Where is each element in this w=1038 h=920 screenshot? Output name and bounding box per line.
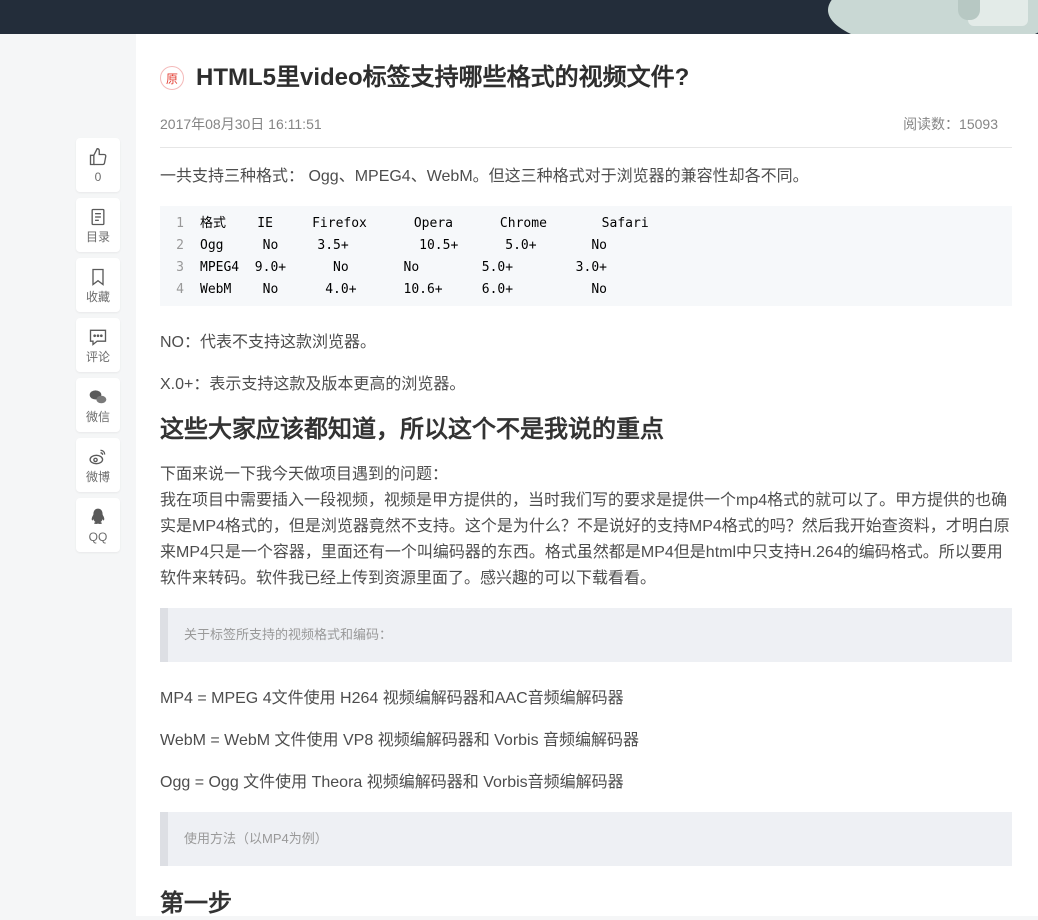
code-line: 1 格式 IE Firefox Opera Chrome Safari [160,213,649,235]
thumbs-up-icon [89,147,107,165]
step-heading: 第一步 [160,890,232,917]
toc-button[interactable]: 目录 [76,198,120,252]
collect-label: 收藏 [85,289,110,304]
top-navigation-bar [0,0,1038,34]
qq-label: QQ [88,529,108,544]
blockquote-text: 关于标签所支持的视频格式和编码： [184,627,393,642]
comment-icon [89,329,107,346]
like-button[interactable]: 0 [76,138,120,192]
meta-divider [160,147,1012,148]
weibo-icon [89,449,106,464]
code-block: 1 格式 IE Firefox Opera Chrome Safari 2 Ogg … [160,206,1012,306]
wechat-icon [89,389,107,403]
article-card: 原 HTML5里video标签支持哪些格式的视频文件? 2017年08月30日 … [136,34,1038,917]
ogg-codec-line: Ogg = Ogg 文件使用 Theora 视频编解码器和 Vorbis音频编解… [160,774,624,791]
line-number: 3 [176,260,184,275]
note-no: NO：代表不支持这款浏览器。 [160,334,377,351]
read-count: 阅读数：15093 [903,116,998,132]
article-meta: 2017年08月30日 16:11:51 阅读数：15093 [160,114,1012,134]
body-intro-line: 下面来说一下我今天做项目遇到的问题： [160,466,449,483]
bookmark-icon [92,268,104,286]
original-badge: 原 [160,66,184,90]
blockquote-text: 使用方法（以MP4为例） [184,831,328,846]
comment-button[interactable]: 评论 [76,318,120,372]
toc-label: 目录 [85,229,110,244]
code-line: 2 Ogg No 3.5+ 10.5+ 5.0+ No [160,235,607,257]
header-decoration-pot [958,0,980,20]
webm-codec-line: WebM = WebM 文件使用 VP8 视频编解码器和 Vorbis 音频编解… [160,732,640,749]
qq-share-button[interactable]: QQ [76,498,120,552]
wechat-share-button[interactable]: 微信 [76,378,120,432]
line-number: 2 [176,238,184,253]
body-paragraph: 我在项目中需要插入一段视频，视频是甲方提供的，当时我们写的要求是提供一个mp4格… [160,492,1010,587]
collect-button[interactable]: 收藏 [76,258,120,312]
document-list-icon [91,208,105,225]
intro-paragraph: 一共支持三种格式： Ogg、MPEG4、WebM。但这三种格式对于浏览器的兼容性… [160,168,809,185]
line-number: 1 [176,216,184,231]
code-line: 4 WebM No 4.0+ 10.6+ 6.0+ No [160,279,607,301]
mp4-codec-line: MP4 = MPEG 4文件使用 H264 视频编解码器和AAC音频编解码器 [160,690,624,707]
code-line: 3 MPEG4 9.0+ No No 5.0+ 3.0+ [160,257,607,279]
comment-label: 评论 [85,349,110,364]
code-text: WebM No 4.0+ 10.6+ 6.0+ No [200,282,607,297]
qq-penguin-icon [91,508,105,524]
note-version: X.0+：表示支持这款及版本更高的浏览器。 [160,376,466,393]
weibo-share-button[interactable]: 微博 [76,438,120,492]
section-heading: 这些大家应该都知道，所以这个不是我说的重点 [160,416,664,443]
blockquote: 使用方法（以MP4为例） [160,812,1012,866]
weibo-label: 微博 [85,469,110,484]
line-number: 4 [176,282,184,297]
code-text: Ogg No 3.5+ 10.5+ 5.0+ No [200,238,607,253]
publish-date: 2017年08月30日 16:11:51 [160,116,322,132]
blockquote: 关于标签所支持的视频格式和编码： [160,608,1012,662]
wechat-label: 微信 [85,409,110,424]
like-count: 0 [94,169,102,184]
article-toolbar: 0 目录 收藏 评论 微信 微博 QQ [76,138,120,558]
code-text: MPEG4 9.0+ No No 5.0+ 3.0+ [200,260,607,275]
code-text: 格式 IE Firefox Opera Chrome Safari [200,216,649,231]
article-title: HTML5里video标签支持哪些格式的视频文件? [196,64,690,91]
title-row: 原 HTML5里video标签支持哪些格式的视频文件? [160,62,689,94]
